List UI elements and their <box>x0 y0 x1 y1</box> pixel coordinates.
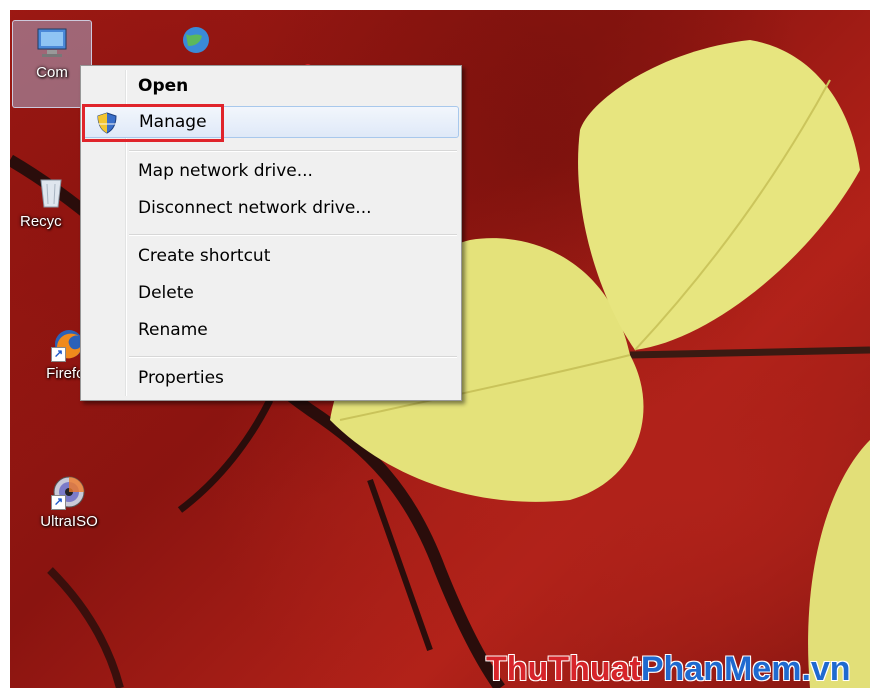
menu-separator <box>129 356 457 358</box>
desktop-icon-label: Recyc <box>20 213 62 230</box>
menu-item-delete[interactable]: Delete <box>83 277 459 309</box>
menu-item-rename[interactable]: Rename <box>83 314 459 346</box>
menu-separator <box>129 150 457 152</box>
desktop-icon-network[interactable] <box>155 20 233 60</box>
desktop-icon-ultraiso[interactable]: ↗ UltraISO <box>30 470 108 530</box>
shortcut-arrow-icon: ↗ <box>51 495 66 510</box>
menu-item-disconnect-network-drive[interactable]: Disconnect network drive... <box>83 192 459 224</box>
network-globe-icon <box>176 24 212 60</box>
recycle-bin-icon <box>33 174 69 210</box>
ultraiso-disc-icon: ↗ <box>51 474 87 510</box>
menu-item-open[interactable]: Open <box>83 70 459 102</box>
shortcut-arrow-icon: ↗ <box>51 347 66 362</box>
menu-item-create-shortcut[interactable]: Create shortcut <box>83 240 459 272</box>
menu-item-map-network-drive[interactable]: Map network drive... <box>83 155 459 187</box>
annotation-highlight-box <box>82 104 224 142</box>
desktop-icon-recycle-bin[interactable]: Recyc <box>12 170 90 230</box>
watermark: ThuThuatPhanMem.vn <box>486 650 851 688</box>
desktop-background: Com Recyc ↗ Firefox ↗ UltraISO Open Mana… <box>10 10 870 688</box>
computer-icon <box>34 25 70 61</box>
desktop-icon-label: UltraISO <box>40 513 98 530</box>
menu-item-properties[interactable]: Properties <box>83 362 459 394</box>
menu-separator <box>129 234 457 236</box>
